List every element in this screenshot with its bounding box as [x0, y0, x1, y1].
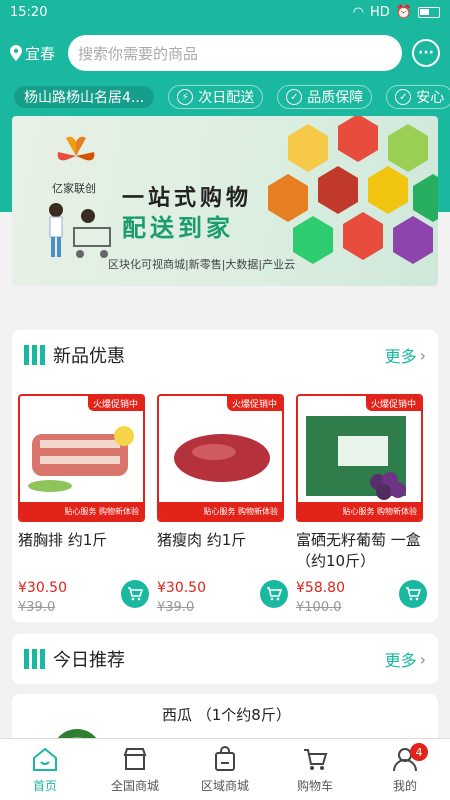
address-label: 杨山路杨山名居4...	[24, 90, 145, 106]
banner-subtitle-large: 配送到家	[122, 214, 234, 242]
tab-label: 全国商城	[110, 779, 159, 793]
original-price: ¥39.0	[18, 600, 56, 615]
network-label: HD	[370, 4, 390, 20]
service-strip: 贴心服务 购物新体验	[20, 502, 143, 520]
section-bars-icon	[24, 649, 45, 669]
service-strip: 贴心服务 购物新体验	[298, 502, 421, 520]
add-to-cart-button[interactable]	[399, 580, 427, 608]
wifi-icon: ◠	[352, 4, 365, 20]
promo-badge: 火爆促销中	[226, 396, 282, 411]
tab-label: 我的	[392, 779, 417, 793]
bottom-tab-bar: 首页 全国商城 区域商城 购物车 我的 4	[0, 738, 450, 800]
product-name: 猪胸排 约1斤	[18, 531, 108, 549]
tag-label: 品质保障	[307, 90, 364, 106]
add-to-cart-button[interactable]	[260, 580, 288, 608]
section-header: 新品优惠 更多 ›	[12, 330, 438, 380]
header: 宜春 搜索你需要的商品 ···	[0, 24, 450, 82]
original-price: ¥39.0	[157, 600, 195, 615]
location-pin-icon	[10, 45, 22, 61]
product-card[interactable]: 火爆促销中 贴心服务 购物新体验 猪胸排 约1斤 ¥30.50 ¥39.0	[18, 394, 149, 615]
address-pill[interactable]: 杨山路杨山名居4...	[14, 86, 155, 108]
promo-banner[interactable]: 亿家联创 一站式购物 配送到家 区块化可视商城|新零售|大数据|产业云	[12, 116, 438, 286]
chat-icon[interactable]: ···	[412, 39, 440, 67]
section-bars-icon	[24, 345, 45, 365]
store-icon	[123, 748, 147, 770]
search-placeholder: 搜索你需要的商品	[78, 44, 199, 63]
location-label: 宜春	[25, 44, 56, 63]
shopping-bag-icon	[215, 746, 235, 771]
tab-label: 区域商城	[200, 779, 249, 793]
section-header: 今日推荐 更多 ›	[12, 634, 438, 684]
more-link[interactable]: 更多 ›	[385, 647, 426, 671]
more-label: 更多	[384, 651, 417, 670]
product-card[interactable]: 火爆促销中 贴心服务 购物新体验 富硒无籽葡萄 一盒（约10斤） ¥58.80 …	[296, 394, 427, 615]
tab-profile[interactable]: 我的 4	[360, 739, 450, 800]
service-tag-bar: 杨山路杨山名居4... ⚡ 次日配送 ✓ 品质保障 ✓ 安心	[0, 82, 450, 112]
new-products-section: 新品优惠 更多 › 火爆促销中 贴心服务 购物新体验 猪胸排 约1斤 ¥30.5…	[12, 330, 438, 622]
promo-badge: 火爆促销中	[365, 396, 421, 411]
more-link[interactable]: 更多 ›	[385, 343, 426, 367]
alarm-icon: ⏰	[395, 4, 412, 20]
cart-icon	[406, 587, 421, 601]
chevron-right-icon: ›	[419, 649, 426, 669]
tag-label: 次日配送	[198, 90, 255, 106]
status-time: 15:20	[10, 4, 48, 20]
tab-home[interactable]: 首页	[0, 739, 90, 800]
tab-label: 首页	[32, 779, 57, 793]
home-icon	[33, 747, 57, 771]
product-image: 火爆促销中 贴心服务 购物新体验	[18, 394, 145, 522]
section-title: 新品优惠	[53, 346, 125, 367]
search-input[interactable]: 搜索你需要的商品	[68, 35, 402, 71]
location-selector[interactable]: 宜春	[10, 43, 68, 64]
tab-cart[interactable]: 购物车	[270, 739, 360, 800]
tag-peace-of-mind: ✓ 安心	[386, 85, 450, 109]
status-bar: 15:20 ◠ HD ⏰	[0, 0, 450, 24]
battery-icon	[418, 6, 440, 18]
check-icon: ✓	[395, 89, 412, 105]
brand-name: 亿家联创	[52, 182, 96, 195]
fruit-hexagon-image	[268, 116, 438, 264]
cart-icon	[267, 587, 282, 601]
product-price: ¥30.50	[18, 580, 67, 596]
tab-label: 购物车	[296, 779, 333, 793]
original-price: ¥100.0	[296, 600, 342, 615]
product-image: 火爆促销中 贴心服务 购物新体验	[296, 394, 423, 522]
promo-badge: 火爆促销中	[87, 396, 143, 411]
shield-icon: ✓	[286, 89, 303, 105]
recommend-section: 今日推荐 更多 ›	[12, 634, 438, 684]
tag-quality-guarantee: ✓ 品质保障	[277, 85, 373, 109]
product-name: 猪瘦肉 约1斤	[157, 531, 247, 549]
product-image: 火爆促销中 贴心服务 购物新体验	[157, 394, 284, 522]
lightning-icon: ⚡	[177, 89, 194, 105]
service-strip: 贴心服务 购物新体验	[159, 502, 282, 520]
add-to-cart-button[interactable]	[121, 580, 149, 608]
tag-next-day-delivery: ⚡ 次日配送	[168, 85, 264, 109]
section-title: 今日推荐	[53, 650, 125, 671]
tab-national-mall[interactable]: 全国商城	[90, 739, 180, 800]
product-name: 富硒无籽葡萄 一盒（约10斤）	[296, 531, 421, 570]
cart-icon	[128, 587, 143, 601]
product-list: 火爆促销中 贴心服务 购物新体验 猪胸排 约1斤 ¥30.50 ¥39.0 火爆…	[12, 380, 438, 615]
cart-icon	[304, 749, 328, 770]
recommend-item-name: 西瓜 （1个约8斤）	[162, 706, 291, 724]
notification-badge: 4	[410, 743, 428, 761]
product-card[interactable]: 火爆促销中 贴心服务 购物新体验 猪瘦肉 约1斤 ¥30.50 ¥39.0	[157, 394, 288, 615]
shopping-cart-illustration	[49, 203, 111, 258]
tag-label: 安心	[416, 90, 445, 106]
product-price: ¥30.50	[157, 580, 206, 596]
tab-regional-mall[interactable]: 区域商城	[180, 739, 270, 800]
chevron-right-icon: ›	[419, 345, 426, 365]
more-label: 更多	[384, 347, 417, 366]
product-price: ¥58.80	[296, 580, 345, 596]
brand-logo	[57, 136, 95, 161]
